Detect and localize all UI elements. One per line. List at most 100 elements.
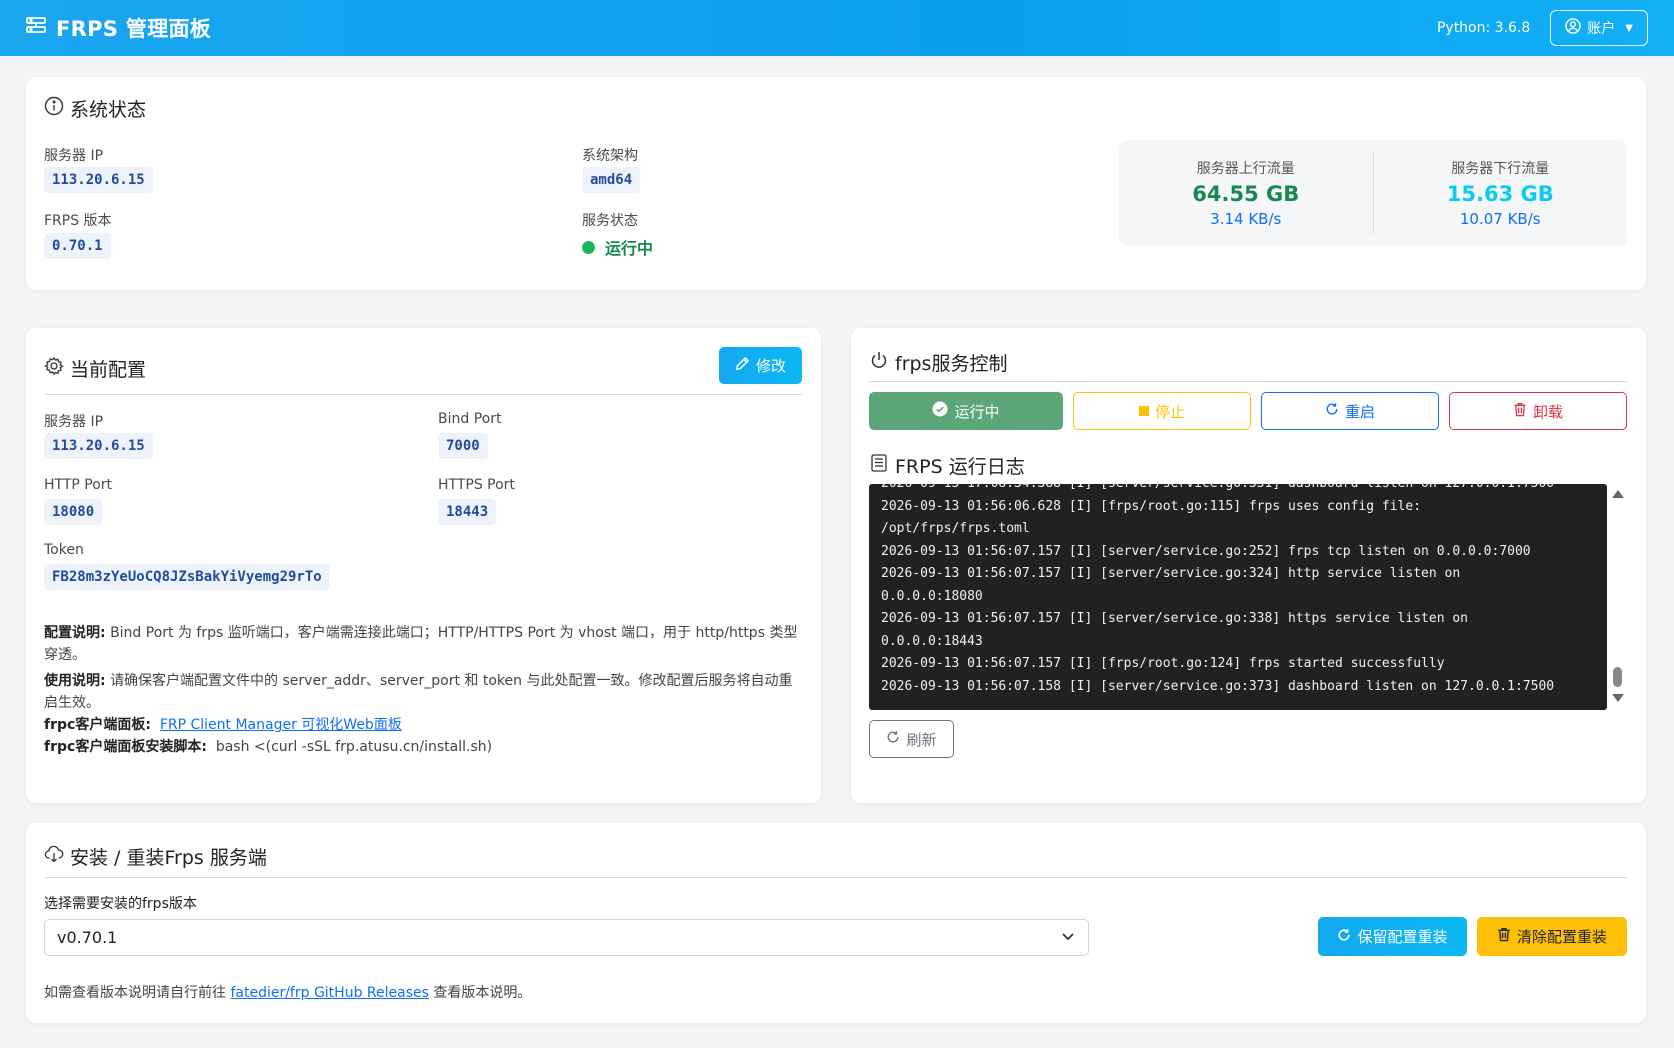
- control-divider: [869, 381, 1627, 382]
- log-line: 2026-09-13 01:56:07.157 [I] [frps/root.g…: [881, 656, 1445, 671]
- client-panel-note: frpc客户端面板: FRP Client Manager 可视化Web面板: [44, 714, 804, 736]
- caret-down-icon: ▼: [1625, 22, 1633, 34]
- log-line: 2026-09-13 01:56:06.628 [I] [frps/root.g…: [881, 498, 1422, 514]
- version-select[interactable]: v0.70.1: [44, 919, 1089, 956]
- download-label: 服务器下行流量: [1451, 161, 1550, 177]
- config-server-ip-value: 113.20.6.15: [44, 433, 153, 459]
- refresh-icon: [1337, 928, 1351, 946]
- service-status-indicator: 运行中: [582, 235, 653, 259]
- note-title: 配置说明:: [44, 625, 106, 641]
- uninstall-button[interactable]: 卸载: [1449, 392, 1627, 430]
- upload-stat: 服务器上行流量 64.55 GB 3.14 KB/s: [1119, 140, 1373, 246]
- network-icon: [24, 14, 48, 43]
- current-config-title: 当前配置: [44, 355, 146, 382]
- upload-total: 64.55 GB: [1192, 182, 1300, 206]
- log-list-icon: [869, 453, 889, 478]
- refresh-log-label: 刷新: [906, 730, 937, 749]
- stop-square-icon: [1138, 406, 1149, 416]
- restart-label: 重启: [1344, 402, 1375, 421]
- version-select-label: 选择需要安装的frps版本: [44, 896, 197, 912]
- trash-icon: [1513, 402, 1527, 421]
- refresh-log-button[interactable]: 刷新: [869, 720, 954, 758]
- server-ip-label: 服务器 IP: [44, 148, 104, 164]
- user-circle-icon: [1565, 18, 1581, 38]
- reinstall-clear-config-button[interactable]: 清除配置重装: [1477, 917, 1627, 956]
- config-divider: [44, 394, 802, 395]
- service-control-title-text: frps服务控制: [895, 353, 1008, 375]
- log-line: 2026-09-13 01:56:07.157 [I] [server/serv…: [881, 611, 1468, 626]
- traffic-panel: 服务器上行流量 64.55 GB 3.14 KB/s 服务器下行流量 15.63…: [1119, 140, 1627, 246]
- note-title: 使用说明:: [44, 673, 106, 689]
- account-dropdown-button[interactable]: 账户 ▼: [1550, 10, 1648, 46]
- log-line: 0.0.0.0:18443: [881, 633, 983, 649]
- arch-value: amd64: [582, 167, 641, 193]
- note-title: frpc客户端面板:: [44, 717, 151, 733]
- check-circle-icon: [932, 401, 948, 421]
- github-releases-link[interactable]: fatedier/frp GitHub Releases: [230, 985, 428, 1001]
- stop-button[interactable]: 停止: [1073, 392, 1251, 430]
- brand-title: FRPS 管理面板: [56, 17, 212, 41]
- token-label: Token: [44, 542, 84, 558]
- running-button[interactable]: 运行中: [869, 392, 1063, 430]
- stop-label: 停止: [1154, 402, 1185, 421]
- brand[interactable]: FRPS 管理面板: [24, 13, 211, 43]
- selected-version: v0.70.1: [57, 928, 118, 947]
- log-line: 2026-09-13 01:56:07.158 [I] [server/serv…: [881, 678, 1555, 694]
- arch-label: 系统架构: [582, 148, 638, 164]
- service-status-label: 服务状态: [582, 213, 638, 229]
- https-port-value: 18443: [438, 499, 497, 525]
- power-icon: [869, 350, 889, 375]
- cloud-download-icon: [44, 844, 64, 869]
- log-title: FRPS 运行日志: [869, 452, 1025, 479]
- frps-version-label: FRPS 版本: [44, 213, 112, 229]
- config-notes: 配置说明: Bind Port 为 frps 监听端口，客户端需连接此端口；HT…: [44, 622, 804, 758]
- edit-config-button[interactable]: 修改: [719, 347, 802, 384]
- usage-note: 使用说明: 请确保客户端配置文件中的 server_addr、server_po…: [44, 670, 804, 714]
- uninstall-label: 卸载: [1532, 402, 1563, 421]
- footer-suffix: 查看版本说明。: [433, 985, 532, 1001]
- install-footer: 如需查看版本说明请自行前往 fatedier/frp GitHub Releas…: [44, 982, 531, 1002]
- status-dot-icon: [582, 240, 595, 254]
- download-total: 15.63 GB: [1446, 182, 1554, 206]
- config-server-ip-label: 服务器 IP: [44, 414, 104, 430]
- running-label: 运行中: [954, 402, 1000, 421]
- download-rate: 10.07 KB/s: [1459, 210, 1541, 228]
- reinstall-keep-label: 保留配置重装: [1357, 928, 1448, 946]
- frp-client-manager-link[interactable]: FRP Client Manager 可视化Web面板: [160, 717, 402, 733]
- trash-icon: [1497, 927, 1511, 946]
- reinstall-clear-label: 清除配置重装: [1516, 928, 1607, 946]
- note-title: frpc客户端面板安装脚本:: [44, 739, 207, 755]
- current-config-title-text: 当前配置: [70, 359, 147, 381]
- footer-prefix: 如需查看版本说明请自行前往: [44, 985, 226, 1001]
- frps-version-value: 0.70.1: [44, 233, 111, 259]
- scroll-thumb[interactable]: [1613, 667, 1622, 687]
- refresh-icon: [886, 730, 900, 748]
- chevron-down-icon: [1060, 928, 1076, 948]
- install-script-text: bash <(curl -sSL frp.atusu.cn/install.sh…: [215, 739, 493, 755]
- account-label: 账户: [1587, 21, 1616, 37]
- install-title-text: 安装 / 重装Frps 服务端: [70, 847, 267, 869]
- server-ip-value: 113.20.6.15: [44, 167, 153, 193]
- edit-config-label: 修改: [755, 357, 786, 375]
- upload-rate: 3.14 KB/s: [1210, 210, 1282, 228]
- scroll-up-arrow-icon[interactable]: [1612, 490, 1624, 498]
- config-note: 配置说明: Bind Port 为 frps 监听端口，客户端需连接此端口；HT…: [44, 622, 804, 666]
- log-line: 2026-09-13 01:56:07.157 [I] [server/serv…: [881, 566, 1461, 581]
- gear-icon: [44, 356, 64, 381]
- download-stat: 服务器下行流量 15.63 GB 10.07 KB/s: [1374, 140, 1628, 246]
- bind-port-label: Bind Port: [438, 411, 502, 427]
- service-status-value: 运行中: [605, 239, 654, 258]
- info-circle-icon: [44, 96, 64, 121]
- log-scrollbar[interactable]: [1608, 484, 1626, 710]
- system-status-title-text: 系统状态: [70, 99, 147, 121]
- http-port-label: HTTP Port: [44, 477, 113, 493]
- install-divider: [44, 877, 1627, 878]
- reinstall-keep-config-button[interactable]: 保留配置重装: [1318, 917, 1467, 956]
- scroll-down-arrow-icon[interactable]: [1612, 694, 1624, 702]
- install-script-note: frpc客户端面板安装脚本: bash <(curl -sSL frp.atus…: [44, 736, 804, 758]
- log-line: 2026-09-13 01:56:07.157 [I] [server/serv…: [881, 543, 1531, 559]
- python-version: Python: 3.6.8: [1436, 20, 1531, 36]
- restart-button[interactable]: 重启: [1261, 392, 1439, 430]
- note-text: Bind Port 为 frps 监听端口，客户端需连接此端口；HTTP/HTT…: [44, 625, 798, 663]
- log-output[interactable]: 2026-09-13 17:08:34.388 [I] [server/serv…: [869, 484, 1607, 710]
